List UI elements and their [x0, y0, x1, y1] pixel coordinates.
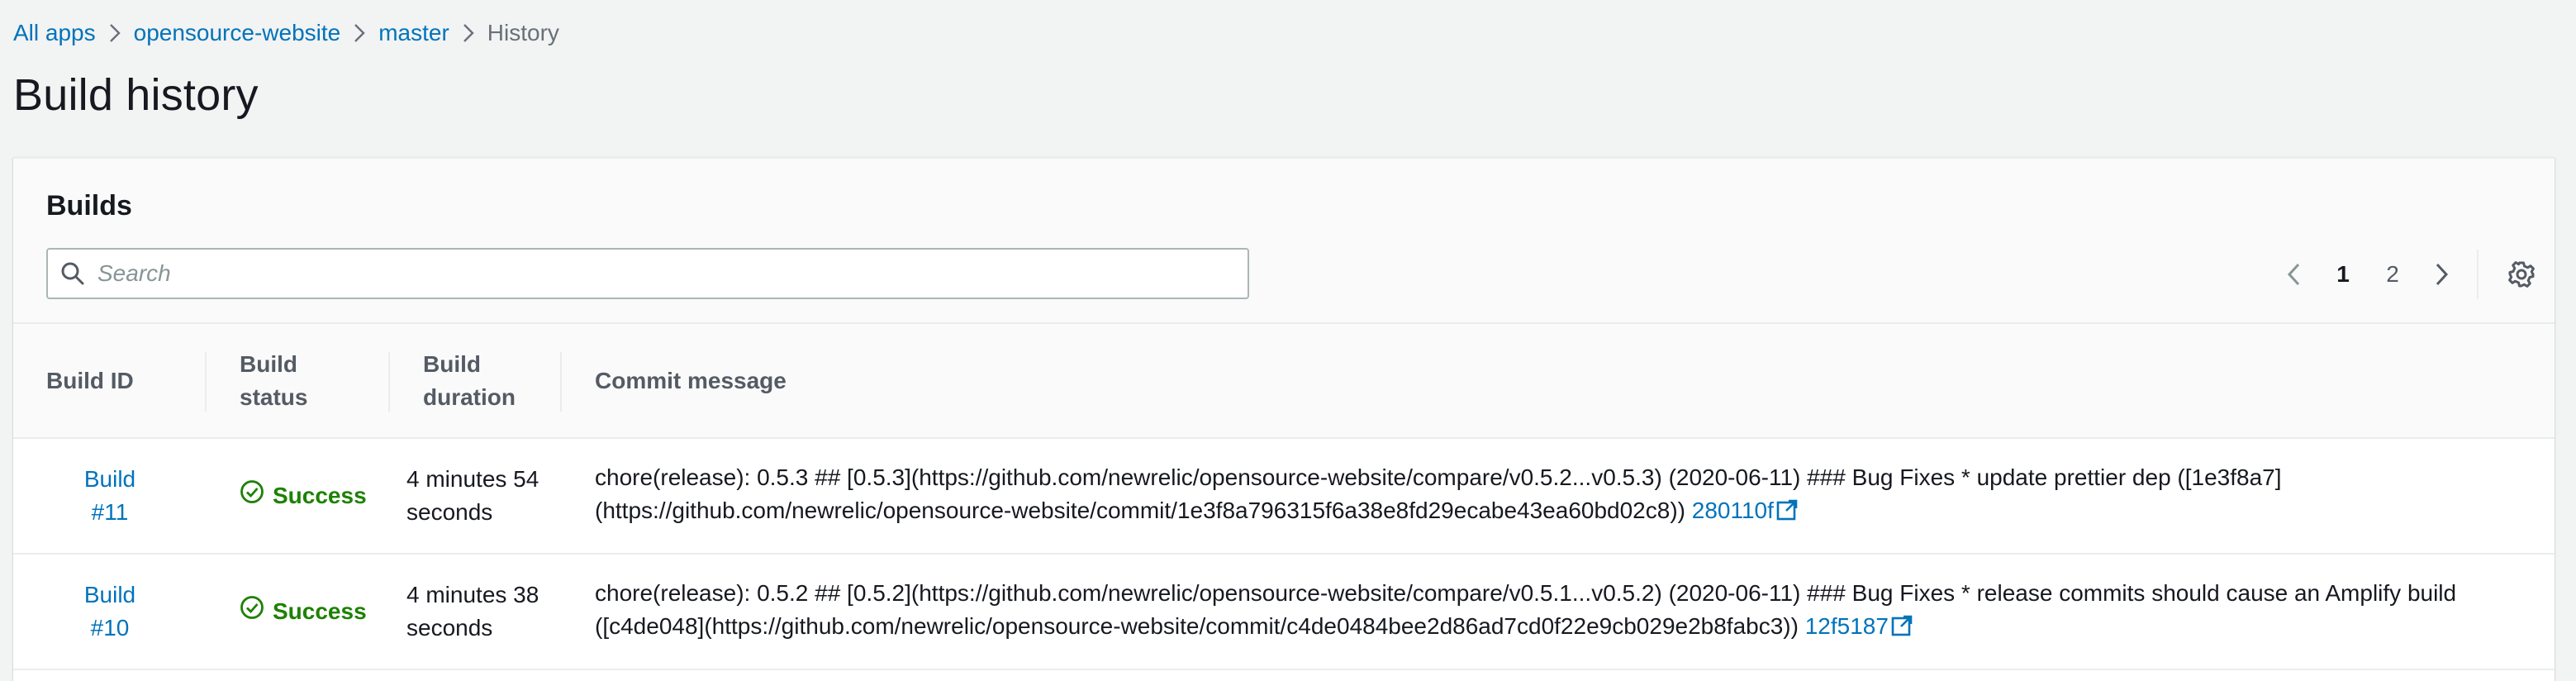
- column-header-build-id[interactable]: Build ID: [13, 324, 207, 439]
- chevron-right-icon[interactable]: [2417, 250, 2467, 299]
- builds-table: Build ID Build status Build duration Com…: [13, 324, 2555, 670]
- breadcrumb-all-apps[interactable]: All apps: [13, 20, 96, 46]
- commit-message-text: chore(release): 0.5.2 ## [0.5.2](https:/…: [595, 580, 2457, 639]
- column-header-build-duration[interactable]: Build duration: [390, 324, 562, 439]
- chevron-right-icon: [340, 22, 378, 44]
- external-link-icon: [1775, 498, 1799, 531]
- status-cell: Success: [207, 554, 390, 670]
- check-circle-icon: [240, 595, 264, 629]
- panel-title: Builds: [46, 190, 132, 221]
- commit-link[interactable]: 12f5187: [1805, 613, 1913, 639]
- page-button-1[interactable]: 1: [2318, 261, 2368, 288]
- build-link[interactable]: Build #10: [73, 579, 147, 645]
- page-button-2[interactable]: 2: [2368, 261, 2417, 288]
- chevron-right-icon: [96, 22, 134, 44]
- commit-message-cell: chore(release): 0.5.3 ## [0.5.3](https:/…: [562, 438, 2555, 555]
- search-input[interactable]: [97, 250, 1248, 298]
- chevron-right-icon: [449, 22, 487, 44]
- breadcrumb-branch[interactable]: master: [378, 20, 449, 46]
- settings-gear-icon[interactable]: [2497, 250, 2546, 299]
- table-row: Build #11 Success 4 minutes 54 seconds c…: [13, 438, 2555, 555]
- status-cell: Success: [207, 438, 390, 555]
- build-link[interactable]: Build #11: [73, 463, 147, 529]
- duration-cell: 4 minutes 54 seconds: [390, 438, 562, 555]
- pagination: 1 2: [2269, 250, 2546, 299]
- search-field[interactable]: [46, 248, 1249, 299]
- status-text: Success: [273, 483, 367, 508]
- column-header-commit-message[interactable]: Commit message: [562, 324, 2555, 439]
- build-id-cell: Build #10: [13, 554, 207, 670]
- check-circle-icon: [240, 479, 264, 513]
- page-title: Build history: [13, 70, 259, 120]
- commit-link[interactable]: 280110f: [1692, 498, 1799, 523]
- commit-message-cell: chore(release): 0.5.2 ## [0.5.2](https:/…: [562, 554, 2555, 670]
- breadcrumb-app[interactable]: opensource-website: [134, 20, 341, 46]
- builds-panel-header: Builds 1 2: [13, 159, 2555, 324]
- commit-message-text: chore(release): 0.5.3 ## [0.5.3](https:/…: [595, 464, 2282, 523]
- external-link-icon: [1890, 613, 1913, 646]
- column-header-build-status[interactable]: Build status: [207, 324, 390, 439]
- search-icon: [48, 261, 97, 286]
- builds-panel: Builds 1 2: [13, 157, 2555, 681]
- breadcrumb: All apps opensource-website master Histo…: [13, 18, 559, 48]
- duration-cell: 4 minutes 38 seconds: [390, 554, 562, 670]
- status-text: Success: [273, 598, 367, 624]
- table-header-row: Build ID Build status Build duration Com…: [13, 324, 2555, 439]
- table-row: Build #10 Success 4 minutes 38 seconds c…: [13, 554, 2555, 670]
- breadcrumb-current: History: [487, 20, 559, 45]
- chevron-left-icon[interactable]: [2269, 250, 2318, 299]
- pagination-divider: [2477, 250, 2479, 299]
- build-id-cell: Build #11: [13, 438, 207, 555]
